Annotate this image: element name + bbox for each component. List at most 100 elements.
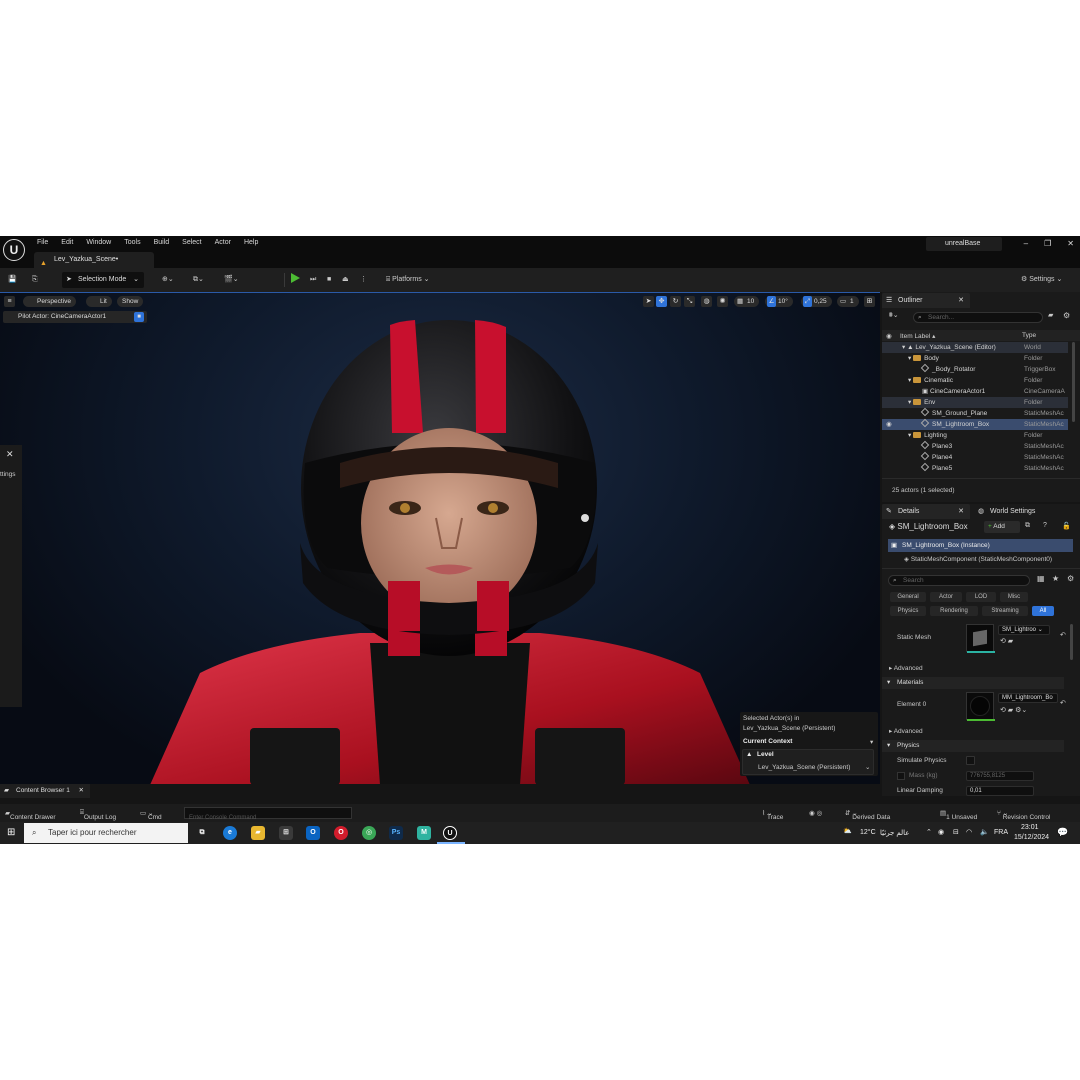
play-icon[interactable]	[291, 273, 300, 283]
more-icon[interactable]: ⋮	[360, 273, 367, 287]
tree-row[interactable]: ▾ ▲ Lev_Yazkua_Scene (Editor) World	[882, 342, 1068, 353]
menu-select[interactable]: Select	[182, 239, 201, 246]
reset-icon[interactable]: ↶	[1060, 631, 1066, 639]
clock-date[interactable]: 15/12/2024	[1014, 834, 1049, 841]
tree-row[interactable]: ▾ Env Folder	[882, 397, 1068, 408]
menu-file[interactable]: File	[37, 239, 48, 246]
tab-world-settings[interactable]: ◍ World Settings	[974, 504, 1064, 519]
world-space-icon[interactable]: ◍	[701, 296, 712, 307]
tree-row-selected[interactable]: ◉ SM_Lightroom_Box StaticMeshAc	[882, 418, 1068, 430]
gear-icon[interactable]: ⚙	[1067, 574, 1074, 583]
rotate-tool-icon[interactable]: ↻	[670, 296, 681, 307]
advanced-row[interactable]: ▸ Advanced	[889, 727, 923, 735]
table-view-icon[interactable]: ▦	[1037, 574, 1045, 583]
details-scrollbar[interactable]	[1070, 624, 1073, 660]
unreal-logo-icon[interactable]: U	[3, 239, 25, 261]
minimize-icon[interactable]: –	[1024, 239, 1028, 248]
outliner-search-input[interactable]: ⌕ Search...	[913, 312, 1043, 323]
menu-help[interactable]: Help	[244, 239, 258, 246]
content-icon[interactable]: ⎘	[32, 273, 38, 287]
photoshop-icon[interactable]: Ps	[389, 826, 403, 840]
mass-override-checkbox[interactable]	[897, 772, 905, 780]
section-materials[interactable]: ▾ Materials	[882, 677, 1064, 689]
component-row[interactable]: ◈ StaticMeshComponent (StaticMeshCompone…	[904, 555, 1052, 563]
lock-icon[interactable]: 🔓	[1062, 522, 1071, 530]
mass-field[interactable]: 776755,8125	[966, 771, 1034, 781]
select-tool-icon[interactable]: ➤	[643, 296, 654, 307]
material-dropdown[interactable]: MM_Lightroom_Bo	[998, 693, 1058, 703]
rotation-snap-button[interactable]: ∠ 10°	[765, 296, 793, 307]
tree-row[interactable]: Plane3 StaticMeshAc	[882, 440, 1068, 452]
translate-tool-icon[interactable]: ✥	[656, 296, 667, 307]
scale-tool-icon[interactable]: ⤡	[684, 296, 695, 307]
tree-row[interactable]: Plane4 StaticMeshAc	[882, 451, 1068, 463]
tab-level-scene[interactable]: ▲ Lev_Yazkua_Scene•	[34, 252, 154, 268]
taskbar-search-input[interactable]: ⌕ Taper ici pour rechercher	[24, 823, 188, 843]
material-thumbnail[interactable]	[966, 692, 995, 721]
level-dropdown[interactable]: ▲ Level Lev_Yazkua_Scene (Persistent) ⌄	[742, 749, 874, 775]
windows-start-icon[interactable]: ⊞	[7, 827, 15, 838]
pilot-actor-bar[interactable]: Pilot Actor: CineCameraActor1 ■	[3, 311, 147, 323]
camera-icon[interactable]: ■	[134, 312, 144, 322]
volume-icon[interactable]: 🔈	[980, 828, 989, 836]
tab-outliner[interactable]: ☰ Outliner ✕	[882, 293, 970, 308]
chevron-down-icon[interactable]: ▾	[870, 738, 873, 746]
visibility-icon[interactable]: ◉	[886, 419, 892, 430]
tray-app-icon[interactable]: ◉	[938, 828, 944, 836]
trace-button[interactable]: ⌇ Trace ⌄	[762, 809, 783, 821]
close-icon[interactable]: ✕	[958, 504, 964, 519]
camera-speed-button[interactable]: ▭ 1	[837, 296, 859, 307]
clock-time[interactable]: 23:01	[1021, 824, 1039, 831]
category-lod[interactable]: LOD	[966, 592, 996, 602]
show-button[interactable]: Show	[117, 296, 144, 307]
gear-icon[interactable]: ⚙	[1063, 311, 1070, 320]
edge-icon[interactable]: e	[223, 826, 237, 840]
filter-icon[interactable]: ⩩⌄	[889, 311, 899, 320]
unsaved-button[interactable]: ▤ 1 Unsaved	[940, 809, 977, 821]
restore-icon[interactable]: ❐	[1044, 239, 1051, 248]
static-mesh-dropdown[interactable]: SM_Lightroo ⌄	[998, 625, 1050, 635]
add-actor-icon[interactable]: ⊕⌄	[162, 273, 174, 287]
category-actor[interactable]: Actor	[930, 592, 962, 602]
selection-mode-dropdown[interactable]: ➤ Selection Mode ⌄	[62, 272, 144, 288]
grid-snap-button[interactable]: ▦ 10	[734, 296, 760, 307]
details-search-input[interactable]: ⌕ Search	[888, 575, 1030, 586]
browse-icon[interactable]: ⟲ ▰	[1000, 637, 1013, 645]
outliner-scrollbar[interactable]	[1072, 342, 1075, 422]
category-misc[interactable]: Misc	[1000, 592, 1028, 602]
tree-row[interactable]: ▾ Lighting Folder	[882, 430, 1068, 441]
revision-control-button[interactable]: ⑂ Revision Control ⌄	[997, 809, 1050, 821]
column-type[interactable]: Type	[1022, 332, 1036, 339]
derived-data-button[interactable]: ⇵ Derived Data ⌄	[845, 809, 890, 821]
help-icon[interactable]: ?	[1043, 522, 1047, 529]
save-icon[interactable]: 💾	[8, 273, 17, 287]
metahuman-icon[interactable]: M	[417, 826, 431, 840]
category-general[interactable]: General	[890, 592, 926, 602]
eject-icon[interactable]: ⏏	[342, 273, 349, 287]
tree-row[interactable]: ▣ CineCameraActor1 CineCameraA	[882, 386, 1068, 397]
scale-snap-button[interactable]: ⤢ 0,25	[801, 296, 832, 307]
lit-button[interactable]: Lit	[86, 296, 112, 307]
tree-row[interactable]: SM_Ground_Plane StaticMeshAc	[882, 407, 1068, 419]
platforms-button[interactable]: ⌸ Platforms ⌄	[386, 273, 430, 287]
record-icon[interactable]: ◉ ◎	[809, 809, 822, 817]
close-icon[interactable]: ✕	[1067, 239, 1074, 248]
tree-row[interactable]: ▾ Cinematic Folder	[882, 375, 1068, 386]
tab-content-browser[interactable]: ▰ Content Browser 1 ✕	[0, 784, 90, 798]
column-item-label[interactable]: Item Label ▴	[900, 332, 935, 340]
linear-damping-field[interactable]: 0,01	[966, 786, 1034, 796]
simulate-physics-checkbox[interactable]	[966, 756, 975, 765]
step-icon[interactable]: ⏭	[310, 273, 316, 287]
reset-icon[interactable]: ↶	[1060, 699, 1066, 707]
menu-window[interactable]: Window	[86, 239, 111, 246]
settings-button[interactable]: ⚙ Settings ⌄	[1021, 273, 1062, 287]
blueprint-icon[interactable]: ⧉	[1025, 522, 1030, 530]
unreal-taskbar-icon[interactable]: U	[443, 826, 457, 840]
menu-actor[interactable]: Actor	[215, 239, 231, 246]
category-all[interactable]: All	[1032, 606, 1054, 616]
perspective-button[interactable]: Perspective	[23, 296, 76, 307]
section-physics[interactable]: ▾ Physics	[882, 740, 1064, 752]
advanced-row[interactable]: ▸ Advanced	[889, 664, 923, 672]
network-icon[interactable]: ⊟	[953, 828, 959, 836]
blueprint-icon[interactable]: ⧉⌄	[193, 273, 204, 287]
